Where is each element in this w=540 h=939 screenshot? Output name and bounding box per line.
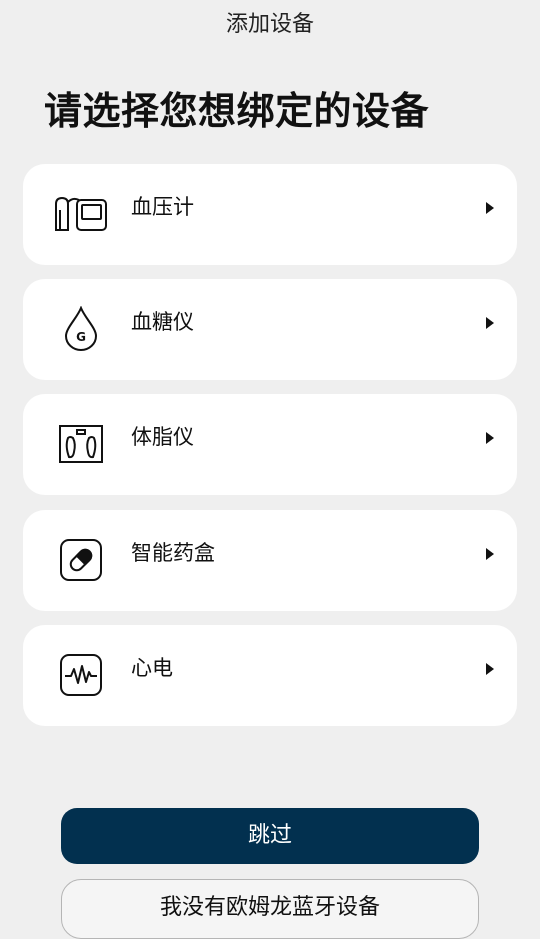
glucose-icon-letter: G xyxy=(76,330,86,344)
no-device-button[interactable]: 我没有欧姆龙蓝牙设备 xyxy=(61,879,479,939)
device-item-pill-box[interactable]: 智能药盒 xyxy=(23,510,517,611)
skip-button[interactable]: 跳过 xyxy=(61,808,479,864)
device-item-body-fat-scale[interactable]: 体脂仪 xyxy=(23,394,517,495)
device-item-ecg[interactable]: 心电 xyxy=(23,625,517,726)
page-title: 添加设备 xyxy=(225,12,314,37)
top-bar: 添加设备 xyxy=(0,0,540,50)
body-fat-scale-icon xyxy=(53,420,109,468)
chevron-right-icon xyxy=(485,546,495,560)
chevron-right-icon xyxy=(485,315,495,329)
chevron-right-icon xyxy=(485,661,495,675)
pill-box-icon xyxy=(53,536,109,584)
section-heading: 请选择您想绑定的设备 xyxy=(44,89,430,133)
chevron-right-icon xyxy=(485,200,495,214)
glucose-drop-icon: G xyxy=(53,305,109,353)
device-item-blood-pressure[interactable]: 血压计 xyxy=(23,164,517,265)
device-item-glucose-meter[interactable]: G 血糖仪 xyxy=(23,279,517,380)
blood-pressure-monitor-icon xyxy=(53,190,109,238)
device-label: 血糖仪 xyxy=(131,310,194,334)
device-label: 体脂仪 xyxy=(131,425,194,449)
ecg-icon xyxy=(53,651,109,699)
device-label: 血压计 xyxy=(131,195,194,219)
device-label: 心电 xyxy=(131,656,173,680)
device-label: 智能药盒 xyxy=(131,541,215,565)
chevron-right-icon xyxy=(485,430,495,444)
